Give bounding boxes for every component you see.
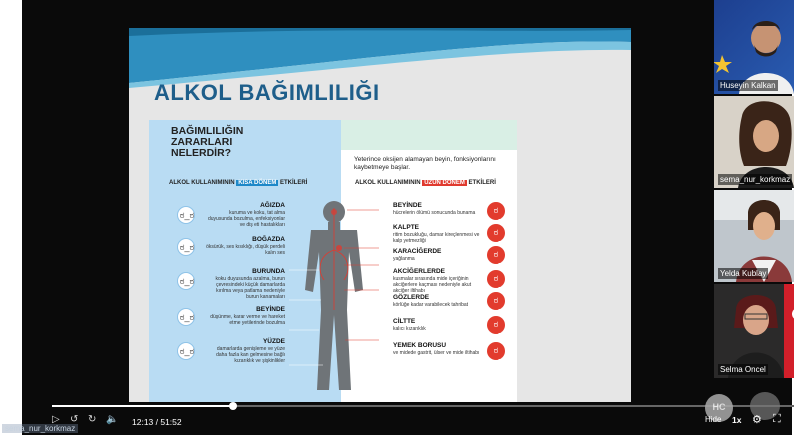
fullscreen-icon[interactable]: ⛶ bbox=[773, 413, 781, 426]
sad-face-icon: ಠ_ಠ bbox=[177, 238, 195, 256]
angry-face-icon: ಠ︵ಠ bbox=[487, 246, 505, 269]
sad-face-icon: ಠ_ಠ bbox=[177, 308, 195, 326]
long-term-item: CİLTTE kalıcı kızarıklık bbox=[393, 318, 426, 332]
long-term-item: BEYİNDE hücrelerin ölümü sonucunda bunama bbox=[393, 202, 476, 216]
short-term-item: BEYİNDE düşünme, karar verme ve hareket e… bbox=[210, 306, 285, 326]
participant-tile[interactable]: sema_nur_korkmaz bbox=[714, 96, 794, 188]
sad-face-icon: ಠ_ಠ bbox=[177, 272, 195, 290]
progress-fill bbox=[52, 405, 234, 407]
short-term-heading: ALKOL KULLANIMININ KISA DÖNEM ETKİLERİ bbox=[169, 180, 308, 186]
participant-tile[interactable]: Yelda Kublay bbox=[714, 190, 794, 282]
video-area: ALKOL BAĞIMLILIĞI BAĞIMLILIĞIN ZARARLARI… bbox=[22, 0, 794, 435]
progress-bar[interactable] bbox=[52, 402, 794, 410]
short-term-item: BOĞAZDA öksürük, ses kısıklığı, düşük per… bbox=[206, 236, 285, 256]
infographic: BAĞIMLILIĞIN ZARARLARI NELERDİR? Yeterin… bbox=[149, 120, 517, 402]
long-term-heading: ALKOL KULLANIMININ UZUN DÖNEM ETKİLERİ bbox=[355, 180, 496, 186]
settings-icon[interactable]: ⚙ bbox=[752, 413, 762, 426]
short-term-item: AĞIZDA kuruma ve koku, tat alma duyusunda… bbox=[208, 202, 285, 228]
volume-icon[interactable]: 🔈 bbox=[106, 414, 118, 426]
participant-tile[interactable]: Huseyin Kalkan bbox=[714, 0, 794, 94]
oxygen-note: Yeterince oksijen alamayan beyin, fonksi… bbox=[354, 156, 496, 171]
participant-name: Selma Oncel bbox=[718, 364, 768, 375]
long-term-item: KARACİĞERDE yağlanma bbox=[393, 248, 442, 262]
angry-face-icon: ಠ︵ಠ bbox=[487, 342, 505, 365]
infographic-title: BAĞIMLILIĞIN ZARARLARI NELERDİR? bbox=[171, 125, 244, 159]
slide-title: ALKOL BAĞIMLILIĞI bbox=[154, 80, 380, 105]
long-term-item: GÖZLERDE körlüğe kadar varabilecek tahrib… bbox=[393, 294, 469, 308]
time-display: 12:13 / 51:52 bbox=[132, 417, 182, 427]
long-term-item: KALPTE ritim bozukluğu, damar kireçlenmes… bbox=[393, 224, 480, 244]
player-controls: ▷ ↺ ↻ 🔈 12:13 / 51:52 bbox=[44, 395, 794, 435]
forward-icon[interactable]: ↻ bbox=[88, 414, 96, 426]
playback-speed-button[interactable]: 1x bbox=[732, 415, 741, 425]
angry-face-icon: ಠ︵ಠ bbox=[487, 202, 505, 225]
presentation-slide: ALKOL BAĞIMLILIĞI BAĞIMLILIĞIN ZARARLARI… bbox=[129, 28, 631, 402]
hide-button[interactable]: Hide bbox=[705, 415, 721, 424]
angry-face-icon: ಠ︵ಠ bbox=[487, 292, 505, 315]
progress-knob[interactable] bbox=[229, 402, 238, 410]
participant-name: Yelda Kublay bbox=[718, 268, 769, 279]
sad-face-icon: ಠ_ಠ bbox=[177, 342, 195, 360]
slide-header-swoosh bbox=[129, 28, 631, 88]
human-body-figure bbox=[289, 201, 379, 390]
short-term-item: YÜZDE damarlarda genişleme ve yüze daha f… bbox=[216, 338, 285, 364]
angry-face-icon: ಠ︵ಠ bbox=[487, 270, 505, 293]
long-term-item: AKCİĞERLERDE kusmalar sırasında mide içer… bbox=[393, 268, 472, 294]
angry-face-icon: ಠ︵ಠ bbox=[487, 224, 505, 247]
angry-face-icon: ಠ︵ಠ bbox=[487, 316, 505, 339]
participant-name: Huseyin Kalkan bbox=[718, 80, 778, 91]
long-term-item: YEMEK BORUSU ve midede gastrit, ülser ve … bbox=[393, 342, 480, 356]
participant-tile[interactable]: Selma Oncel bbox=[714, 284, 794, 378]
viewer-watermark: sema_nur_korkmaz bbox=[2, 424, 79, 433]
participant-name: sema_nur_korkmaz bbox=[718, 174, 793, 185]
participant-tiles: Huseyin Kalkan sema_nur_korkmaz Yelda Ku… bbox=[714, 0, 794, 380]
sad-face-icon: ಠ_ಠ bbox=[177, 206, 195, 224]
screen: ALKOL BAĞIMLILIĞI BAĞIMLILIĞIN ZARARLARI… bbox=[0, 0, 794, 435]
short-term-item: BURUNDA koku duyusunda azalma, burun çevr… bbox=[215, 268, 286, 300]
